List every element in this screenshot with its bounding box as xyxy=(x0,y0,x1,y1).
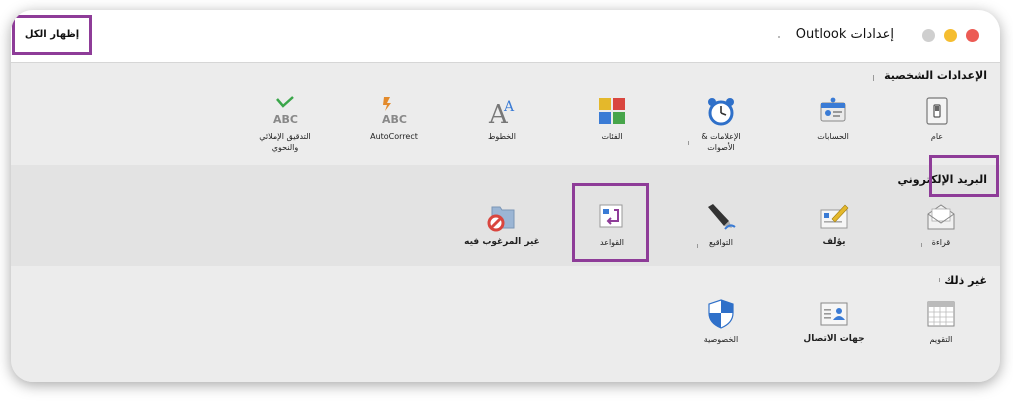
svg-text:A: A xyxy=(503,99,515,115)
personal-settings-section: الإعدادات الشخصية عام الحسابات الإعلامات… xyxy=(11,63,1000,165)
pref-categories-label: الفئات xyxy=(601,132,623,141)
pref-contacts[interactable]: جهات الاتصال xyxy=(789,298,879,345)
pref-categories[interactable]: الفئات xyxy=(567,95,657,142)
junk-folder-icon xyxy=(487,206,515,232)
minimize-window-button[interactable] xyxy=(944,29,957,42)
title-separator-dot xyxy=(778,36,780,38)
pref-autocorrect[interactable]: ABC AutoCorrect xyxy=(349,95,439,142)
switch-icon xyxy=(926,97,948,125)
title-bar: إعدادات Outlook إظهار الكل xyxy=(11,10,1000,63)
fonts-icon: A A xyxy=(488,99,515,127)
window-title: إعدادات Outlook xyxy=(795,27,894,42)
pref-general-label: عام xyxy=(930,132,944,141)
categories-icon xyxy=(599,98,625,124)
accounts-icon xyxy=(820,97,846,122)
signature-pen-icon xyxy=(708,204,736,230)
other-section: غير ذلك التقويم جهات الاتصال الخصوصية xyxy=(11,266,1000,382)
pref-autocorrect-label: AutoCorrect xyxy=(370,132,418,141)
pref-calendar[interactable]: التقويم xyxy=(896,298,986,345)
highlight-email-section xyxy=(929,155,999,197)
pref-signatures-label: التواقيع xyxy=(709,238,733,247)
item-divider-tick xyxy=(688,141,689,145)
envelope-icon xyxy=(927,204,955,230)
pref-notifications-label: الإعلامات & الأصوات xyxy=(701,132,741,152)
section-title-personal: الإعدادات الشخصية xyxy=(884,69,987,82)
pref-junk-email[interactable]: غير المرغوب فيه xyxy=(457,201,547,248)
pref-spelling-grammar[interactable]: ABC التدقيق الإملائي والنحوي xyxy=(240,95,330,153)
pref-accounts-label: الحسابات xyxy=(817,132,849,141)
section-divider-tick xyxy=(873,75,874,81)
pref-composing-label: يؤلف xyxy=(822,237,846,247)
calendar-icon xyxy=(927,301,955,327)
email-section: البريد الإلكتروني قراءة يؤلف التواقيع ال… xyxy=(11,165,1000,266)
pref-spelling-label: التدقيق الإملائي والنحوي xyxy=(259,132,311,152)
section-divider-tick xyxy=(939,278,940,282)
pref-privacy[interactable]: الخصوصية xyxy=(676,298,766,345)
item-divider-tick xyxy=(921,243,922,247)
pref-signatures[interactable]: التواقيع xyxy=(676,201,766,248)
pref-fonts[interactable]: A A الخطوط xyxy=(457,95,547,142)
spelling-icon: ABC xyxy=(273,96,298,126)
autocorrect-icon: ABC xyxy=(382,97,407,126)
svg-text:ABC: ABC xyxy=(382,113,407,126)
pref-reading[interactable]: قراءة xyxy=(896,201,986,248)
highlight-rules xyxy=(572,183,649,262)
zoom-window-button[interactable] xyxy=(922,29,935,42)
pref-reading-label: قراءة xyxy=(931,238,951,247)
pref-general[interactable]: عام xyxy=(892,95,982,142)
alarm-clock-icon xyxy=(708,98,734,126)
compose-icon xyxy=(820,204,849,229)
svg-text:ABC: ABC xyxy=(273,113,298,126)
pref-fonts-label: الخطوط xyxy=(488,132,516,141)
pref-junk-label: غير المرغوب فيه xyxy=(464,237,540,247)
pref-calendar-label: التقويم xyxy=(929,335,953,344)
shield-icon xyxy=(708,299,734,329)
preferences-window: إعدادات Outlook إظهار الكل الإعدادات الش… xyxy=(11,10,1000,382)
close-window-button[interactable] xyxy=(966,29,979,42)
contact-card-icon xyxy=(820,302,848,326)
show-all-button[interactable]: إظهار الكل xyxy=(12,15,92,55)
pref-notifications-sounds[interactable]: الإعلامات & الأصوات xyxy=(676,95,766,153)
pref-accounts[interactable]: الحسابات xyxy=(788,95,878,142)
section-title-other: غير ذلك xyxy=(944,274,987,287)
item-divider-tick xyxy=(697,244,698,248)
pref-composing[interactable]: يؤلف xyxy=(789,201,879,248)
pref-privacy-label: الخصوصية xyxy=(703,335,739,344)
pref-contacts-label: جهات الاتصال xyxy=(803,334,865,344)
